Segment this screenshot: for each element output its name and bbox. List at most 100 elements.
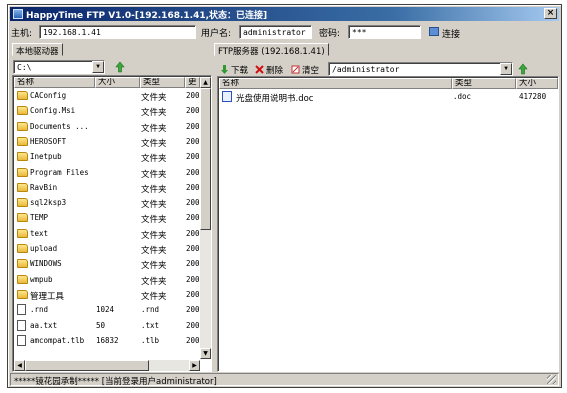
table-row[interactable]: Documents ... 文件夹 200	[14, 120, 200, 135]
cell-name: Documents ...	[30, 121, 89, 131]
remote-path-value: /administrator	[332, 65, 400, 74]
scroll-up-icon[interactable]: ▲	[200, 77, 211, 88]
tab-ftp-server[interactable]: FTP服务器 (192.168.1.41)	[214, 43, 329, 57]
delete-icon	[255, 65, 264, 74]
table-row[interactable]: .rnd 1024 .rnd 200	[14, 303, 200, 318]
cell-name: sql2ksp3	[30, 198, 67, 208]
cell-date: 200	[186, 91, 200, 100]
table-row[interactable]: 光盘使用说明书.doc .doc 417280	[219, 90, 557, 105]
clear-label: 清空	[302, 66, 320, 76]
folder-icon	[17, 121, 28, 131]
table-row[interactable]: 管理工具 文件夹 200	[14, 288, 200, 303]
username-label: 用户名:	[201, 29, 232, 39]
close-button[interactable]: ×	[544, 8, 557, 19]
up-arrow-icon	[115, 61, 125, 73]
cell-name: Config.Msi	[30, 106, 76, 116]
table-row[interactable]: Config.Msi 文件夹 200	[14, 104, 200, 119]
table-row[interactable]: text 文件夹 200	[14, 227, 200, 242]
table-row[interactable]: wmpub 文件夹 200	[14, 273, 200, 288]
cell-type: 文件夹	[141, 154, 167, 165]
title-bar[interactable]: HappyTime FTP V1.0-[192.168.1.41,状态：已连接]…	[10, 7, 559, 21]
local-horizontal-scrollbar[interactable]: ◀ ▶	[14, 360, 200, 371]
chevron-down-icon[interactable]: ▼	[500, 63, 512, 75]
scroll-down-icon[interactable]: ▼	[200, 348, 211, 359]
cell-type: 文件夹	[141, 215, 167, 226]
column-header-size[interactable]: 大小	[95, 77, 140, 88]
file-icon	[17, 319, 26, 331]
resize-grip-icon[interactable]	[547, 375, 556, 384]
cell-name: Program Files	[30, 167, 89, 177]
cell-type: 文件夹	[141, 108, 167, 119]
column-header-type[interactable]: 类型	[452, 78, 516, 89]
cell-type: 文件夹	[141, 93, 167, 103]
folder-icon	[17, 167, 28, 177]
drive-select-value: C:\	[17, 63, 32, 72]
tab-local-drive[interactable]: 本地驱动器	[12, 43, 63, 57]
cell-type: 文件夹	[141, 246, 167, 256]
remote-path-select[interactable]: /administrator ▼	[328, 62, 513, 76]
cell-name: amcompat.tlb	[30, 335, 85, 345]
local-file-list[interactable]: 名称 大小 类型 更 CAConfig 文件夹 200 Config.Msi 文件夹 20…	[12, 75, 212, 372]
up-arrow-icon	[518, 63, 528, 75]
folder-icon	[17, 198, 28, 208]
table-row[interactable]: upload 文件夹 200	[14, 242, 200, 257]
cell-date: 200	[186, 259, 200, 269]
scroll-right-icon[interactable]: ▶	[189, 360, 200, 371]
chevron-down-icon[interactable]: ▼	[92, 61, 104, 73]
cell-date: 200	[186, 320, 200, 330]
app-icon	[13, 9, 23, 19]
cell-size: 50	[96, 320, 106, 330]
column-header-type[interactable]: 类型	[140, 77, 185, 88]
scroll-thumb[interactable]	[200, 88, 211, 230]
column-header-name[interactable]: 名称	[219, 78, 452, 89]
remote-up-folder-button[interactable]	[517, 63, 529, 75]
cell-date: 200	[186, 305, 200, 315]
cell-date: 200	[186, 335, 200, 345]
cell-type: .doc	[453, 92, 472, 101]
table-row[interactable]: aa.txt 50 .txt 200	[14, 319, 200, 334]
download-label: 下载	[231, 66, 249, 76]
table-row[interactable]: Inetpub 文件夹 200	[14, 150, 200, 165]
username-input[interactable]: administrator	[239, 25, 312, 39]
connect-button[interactable]: 连接	[427, 25, 469, 40]
cell-date: 200	[186, 152, 200, 162]
drive-select[interactable]: C:\ ▼	[13, 60, 105, 74]
table-row[interactable]: RavBin 文件夹 200	[14, 181, 200, 196]
cell-name: aa.txt	[30, 320, 58, 330]
column-header-name[interactable]: 名称	[14, 77, 95, 88]
table-row[interactable]: TEMP 文件夹 200	[14, 211, 200, 226]
cell-date: 200	[186, 244, 200, 253]
column-header-modified[interactable]: 更	[185, 77, 200, 88]
table-row[interactable]: amcompat.tlb 16832 .tlb 200	[14, 334, 200, 349]
host-label: 主机:	[11, 29, 33, 39]
cell-date: 200	[186, 106, 200, 116]
network-icon	[429, 27, 439, 36]
cell-type: 文件夹	[141, 291, 167, 302]
local-vertical-scrollbar[interactable]: ▲ ▼	[200, 77, 211, 359]
cell-size: 1024	[96, 305, 115, 315]
cell-type: 文件夹	[141, 276, 167, 287]
column-header-size[interactable]: 大小	[516, 78, 558, 89]
password-input[interactable]: ***	[348, 25, 421, 39]
cell-date: 200	[186, 289, 200, 299]
host-input[interactable]: 192.168.1.41	[39, 25, 196, 39]
hscroll-thumb[interactable]	[25, 360, 149, 371]
file-icon	[17, 304, 26, 316]
folder-icon	[17, 91, 28, 100]
table-row[interactable]: WINDOWS 文件夹 200	[14, 257, 200, 272]
folder-icon	[17, 289, 28, 299]
cell-name: 管理工具	[30, 291, 65, 302]
cell-type: 文件夹	[141, 169, 167, 180]
table-row[interactable]: sql2ksp3 文件夹 200	[14, 196, 200, 211]
folder-icon	[17, 274, 28, 284]
remote-file-list[interactable]: 名称 类型 大小 光盘使用说明书.doc .doc 417280	[217, 76, 559, 372]
table-row[interactable]: CAConfig 文件夹 200	[14, 89, 200, 104]
table-row[interactable]: Program Files 文件夹 200	[14, 166, 200, 181]
cell-type: 文件夹	[141, 261, 167, 272]
cell-size: 16832	[96, 335, 119, 345]
up-folder-button[interactable]	[114, 61, 126, 73]
scroll-left-icon[interactable]: ◀	[14, 360, 25, 371]
download-icon	[221, 65, 228, 74]
table-row[interactable]: HEROSOFT 文件夹 200	[14, 135, 200, 150]
cell-name: wmpub	[30, 274, 53, 284]
